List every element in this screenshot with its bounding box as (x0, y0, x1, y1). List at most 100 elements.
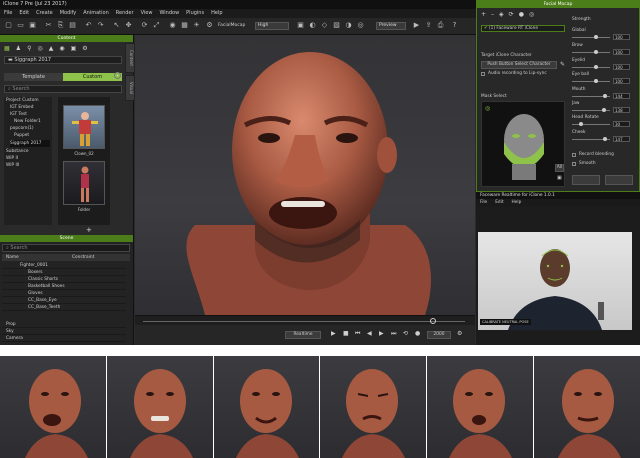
preview-mocap-button[interactable] (572, 175, 600, 185)
export-icon[interactable]: ⇪ (424, 21, 433, 30)
motion-icon[interactable]: ⚲ (27, 45, 31, 52)
record-mocap-icon[interactable]: ● (519, 11, 524, 18)
slider-knob[interactable] (594, 79, 599, 83)
path-bar[interactable]: ▬ Siggraph 2017 (4, 56, 122, 64)
timeline[interactable] (135, 315, 475, 325)
table-row[interactable]: Boxers (2, 269, 126, 276)
content-search[interactable]: ⌕ Search (4, 85, 122, 93)
screenshot-icon[interactable]: ⎙ (436, 21, 445, 30)
save-icon[interactable]: ▣ (28, 21, 37, 30)
cut-icon[interactable]: ✂ (44, 21, 53, 30)
menu-help[interactable]: Help (211, 9, 222, 18)
slider-knob[interactable] (601, 108, 606, 112)
record-blending-checkbox[interactable] (572, 153, 576, 157)
select-icon[interactable]: ↖ (112, 21, 121, 30)
project-icon[interactable]: ▦ (4, 45, 10, 52)
tab-visual-side[interactable]: Visual (125, 75, 135, 101)
table-row[interactable]: Prop (2, 321, 126, 328)
tree-item[interactable]: IGT Test (10, 111, 27, 118)
folder-thumbnail[interactable] (63, 161, 105, 205)
slider-value[interactable]: 100 (613, 34, 630, 40)
scale-icon[interactable]: ⤢ (152, 21, 161, 30)
texture-icon[interactable]: ▧ (332, 21, 341, 30)
new-icon[interactable]: ▢ (4, 21, 13, 30)
stop-icon[interactable]: ■ (343, 330, 349, 337)
reset-mask-icon[interactable]: ◎ (485, 105, 490, 112)
media-icon[interactable]: ▣ (71, 45, 77, 52)
set-icon[interactable]: ▲ (49, 45, 54, 52)
rotate-icon[interactable]: ⟳ (140, 21, 149, 30)
global-slider[interactable]: 100 (572, 34, 632, 40)
lock-icon[interactable]: ▣ (557, 175, 562, 181)
tab-content-side[interactable]: Content (125, 43, 135, 73)
slider-knob[interactable] (594, 65, 599, 69)
table-row[interactable]: Classic Shorts (2, 276, 126, 283)
table-row[interactable]: Basketball Shoes (2, 283, 126, 290)
menu-plugins[interactable]: Plugins (186, 9, 204, 18)
shading-icon[interactable]: ◐ (308, 21, 317, 30)
slider-value[interactable]: 147 (613, 136, 630, 142)
slider-knob[interactable] (594, 35, 599, 39)
slider-value[interactable]: 30 (613, 121, 630, 127)
menu-window[interactable]: Window (159, 9, 179, 18)
sync-icon[interactable]: ⟳ (509, 11, 514, 18)
copy-icon[interactable]: ⎘ (56, 21, 65, 30)
mouth-slider[interactable]: 144 (572, 93, 632, 99)
table-row[interactable]: CC_Base_Teeth (2, 304, 126, 311)
prev-frame-icon[interactable]: ◀ (367, 330, 372, 337)
grid-icon[interactable]: ▦ (180, 21, 189, 30)
tree-item-selected[interactable]: Siggraph 2017 (10, 140, 50, 147)
table-row[interactable]: Gloves (2, 290, 126, 297)
picker-icon[interactable]: ✎ (560, 61, 565, 68)
open-icon[interactable]: ▭ (16, 21, 25, 30)
timeline-playhead[interactable] (430, 318, 436, 324)
all-mask-button[interactable]: All (555, 164, 564, 172)
frame-field[interactable]: 2000 (427, 331, 451, 339)
brow-slider[interactable]: 100 (572, 49, 632, 55)
paste-icon[interactable]: ▤ (68, 21, 77, 30)
slider-value[interactable]: 144 (613, 93, 630, 99)
options-icon[interactable]: • (114, 72, 121, 79)
scene-search[interactable]: ⌕ Search (2, 244, 130, 252)
preview-select[interactable]: Preview (376, 22, 406, 30)
menu-edit[interactable]: Edit (19, 9, 29, 18)
target-icon[interactable]: ◎ (529, 11, 534, 18)
tree-item[interactable]: IGT Embed (10, 104, 33, 111)
wireframe-icon[interactable]: ◇ (320, 21, 329, 30)
move-icon[interactable]: ✥ (124, 21, 133, 30)
aa-icon[interactable]: ◎ (356, 21, 365, 30)
slider-value[interactable]: 100 (613, 64, 630, 70)
tree-item[interactable]: New Folder1 (14, 118, 41, 125)
jaw-slider[interactable]: 138 (572, 107, 632, 113)
slider-knob[interactable] (578, 122, 583, 126)
play-icon[interactable]: ▶ (331, 330, 336, 337)
help-icon[interactable]: ? (450, 21, 459, 30)
loop-icon[interactable]: ⟲ (403, 330, 408, 337)
stage-icon[interactable]: ◎ (37, 45, 42, 52)
slider-knob[interactable] (594, 50, 599, 54)
tree-item[interactable]: popcorn(1) (10, 125, 34, 132)
add-device-icon[interactable]: + (481, 11, 486, 18)
record-mocap-button[interactable] (605, 175, 633, 185)
shield-icon[interactable]: ◈ (499, 11, 504, 18)
display-icon[interactable]: ▣ (296, 21, 305, 30)
eyelid-slider[interactable]: 100 (572, 64, 632, 70)
last-frame-icon[interactable]: ⏭ (391, 330, 396, 338)
tree-item[interactable]: Project Custom (6, 97, 39, 104)
tree-item[interactable]: Substance (6, 148, 28, 155)
table-row[interactable]: Sky (2, 328, 126, 335)
actor-icon[interactable]: ♟ (16, 45, 21, 52)
tree-item[interactable]: WIP II (6, 155, 18, 162)
cheek-slider[interactable]: 147 (572, 136, 632, 142)
slider-value[interactable]: 100 (613, 49, 630, 55)
smooth-checkbox[interactable] (572, 162, 576, 166)
redo-icon[interactable]: ↷ (96, 21, 105, 30)
menu-animation[interactable]: Animation (83, 9, 109, 18)
audio-checkbox[interactable] (481, 72, 485, 76)
table-row[interactable]: Fighter_0001 (2, 262, 126, 269)
tree-item[interactable]: WIP III (6, 162, 19, 169)
device-entry[interactable]: ✔ (1) Faceware RT iClone (481, 25, 565, 32)
next-frame-icon[interactable]: ▶ (379, 330, 384, 337)
viewport-3d[interactable] (135, 35, 475, 315)
head-rotate-slider[interactable]: 30 (572, 121, 632, 127)
